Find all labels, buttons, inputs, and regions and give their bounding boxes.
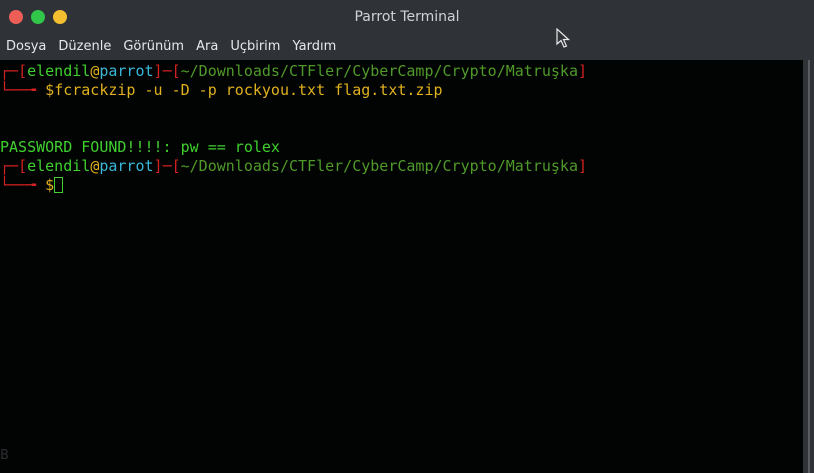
menu-dosya[interactable]: Dosya [0, 34, 52, 60]
prompt-dash: ─ [162, 62, 172, 80]
prompt-path: ~/Downloads/CTFler/CyberCamp/Crypto/Matr… [180, 62, 578, 80]
prompt-dash: ─ [162, 157, 172, 175]
prompt-line-1: ┌─[elendil@parrot]─[~/Downloads/CTFler/C… [0, 62, 587, 81]
terminal-output-area[interactable]: ┌─[elendil@parrot]─[~/Downloads/CTFler/C… [0, 60, 803, 473]
command-line-1: └──╼ $fcrackzip -u -D -p rockyou.txt fla… [0, 81, 443, 100]
status-glyph: B [0, 448, 9, 463]
prompt-dollar: $ [45, 81, 55, 99]
prompt-line-2: ┌─[elendil@parrot]─[~/Downloads/CTFler/C… [0, 157, 587, 176]
prompt-user: elendil [27, 62, 91, 80]
prompt-at: @ [90, 62, 100, 80]
mouse-pointer-icon [556, 28, 570, 48]
prompt-corner: ┌─ [0, 157, 19, 175]
prompt-host: parrot [99, 157, 154, 175]
menu-ara[interactable]: Ara [190, 34, 224, 60]
terminal-window: Parrot Terminal Dosya Düzenle Görünüm Ar… [0, 0, 814, 473]
window-title: Parrot Terminal [354, 9, 460, 25]
menu-duzenle[interactable]: Düzenle [52, 34, 117, 60]
menu-bar: Dosya Düzenle Görünüm Ara Uçbirim Yardım [0, 34, 814, 60]
command-text: fcrackzip -u -D -p rockyou.txt flag.txt.… [54, 81, 443, 99]
menu-gorunum[interactable]: Görünüm [117, 34, 190, 60]
menu-yardim[interactable]: Yardım [286, 34, 342, 60]
prompt-corner: └──╼ [0, 81, 46, 99]
prompt-at: @ [90, 157, 100, 175]
scrollbar-thumb[interactable] [808, 60, 810, 473]
text-cursor [54, 177, 64, 193]
bracket: [ [171, 62, 181, 80]
menu-ucbirim[interactable]: Uçbirim [224, 34, 286, 60]
bracket: [ [171, 157, 181, 175]
command-line-2[interactable]: └──╼ $ [0, 176, 64, 195]
bracket: [ [18, 62, 28, 80]
prompt-corner: ┌─ [0, 62, 19, 80]
bracket: ] [577, 62, 588, 80]
prompt-host: parrot [99, 62, 154, 80]
prompt-path: ~/Downloads/CTFler/CyberCamp/Crypto/Matr… [180, 157, 578, 175]
bracket: ] [577, 157, 588, 175]
bracket: ] [153, 62, 163, 80]
output-line: PASSWORD FOUND!!!!: pw == rolex [0, 138, 280, 156]
prompt-user: elendil [27, 157, 91, 175]
prompt-dollar: $ [45, 176, 55, 194]
bracket: ] [153, 157, 163, 175]
prompt-corner: └──╼ [0, 176, 46, 194]
bracket: [ [18, 157, 28, 175]
title-bar[interactable]: Parrot Terminal [0, 0, 814, 34]
